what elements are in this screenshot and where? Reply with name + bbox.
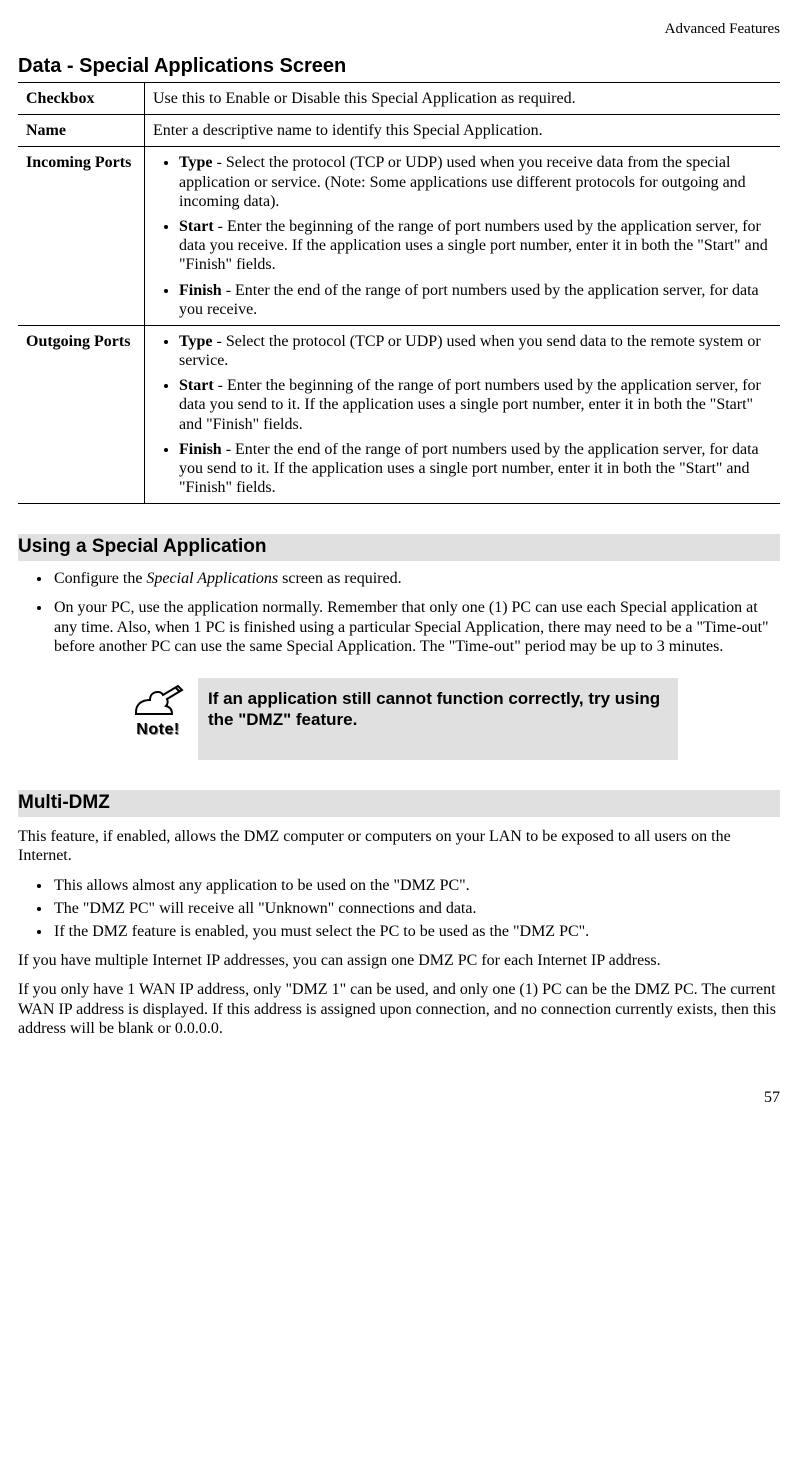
section-title-data: Data - Special Applications Screen (18, 54, 780, 78)
table-row: Incoming Ports Type - Select the protoco… (18, 147, 780, 326)
multidmz-list: This allows almost any application to be… (18, 876, 780, 942)
table-row: Outgoing Ports Type - Select the protoco… (18, 325, 780, 504)
section-title-multidmz: Multi-DMZ (18, 790, 780, 817)
list-item: On your PC, use the application normally… (52, 598, 780, 656)
list-item: Start - Enter the beginning of the range… (179, 376, 772, 434)
list-item: Configure the Special Applications scree… (52, 569, 780, 588)
row-label-checkbox: Checkbox (18, 83, 145, 115)
list-item: If the DMZ feature is enabled, you must … (52, 922, 780, 941)
list-item: The "DMZ PC" will receive all "Unknown" … (52, 899, 780, 918)
data-table: Checkbox Use this to Enable or Disable t… (18, 82, 780, 504)
row-desc-checkbox: Use this to Enable or Disable this Speci… (145, 83, 781, 115)
list-item: Finish - Enter the end of the range of p… (179, 440, 772, 498)
table-row: Name Enter a descriptive name to identif… (18, 115, 780, 147)
multidmz-intro: This feature, if enabled, allows the DMZ… (18, 827, 780, 865)
list-item: Finish - Enter the end of the range of p… (179, 281, 772, 319)
page-number: 57 (18, 1088, 780, 1107)
section-title-using: Using a Special Application (18, 534, 780, 561)
note-block: Note! If an application still cannot fun… (118, 678, 678, 761)
row-label-incoming: Incoming Ports (18, 147, 145, 326)
note-text: If an application still cannot function … (198, 678, 678, 761)
row-label-name: Name (18, 115, 145, 147)
note-label: Note! (118, 720, 198, 739)
header-breadcrumb: Advanced Features (18, 20, 780, 38)
list-item: Type - Select the protocol (TCP or UDP) … (179, 332, 772, 370)
list-item: Start - Enter the beginning of the range… (179, 217, 772, 275)
using-list: Configure the Special Applications scree… (18, 569, 780, 656)
row-label-outgoing: Outgoing Ports (18, 325, 145, 504)
row-desc-name: Enter a descriptive name to identify thi… (145, 115, 781, 147)
table-row: Checkbox Use this to Enable or Disable t… (18, 83, 780, 115)
list-item: This allows almost any application to be… (52, 876, 780, 895)
multidmz-p1: If you have multiple Internet IP address… (18, 951, 780, 970)
multidmz-p2: If you only have 1 WAN IP address, only … (18, 980, 780, 1038)
row-desc-outgoing: Type - Select the protocol (TCP or UDP) … (145, 325, 781, 504)
hand-pencil-icon (118, 682, 198, 722)
row-desc-incoming: Type - Select the protocol (TCP or UDP) … (145, 147, 781, 326)
list-item: Type - Select the protocol (TCP or UDP) … (179, 153, 772, 211)
